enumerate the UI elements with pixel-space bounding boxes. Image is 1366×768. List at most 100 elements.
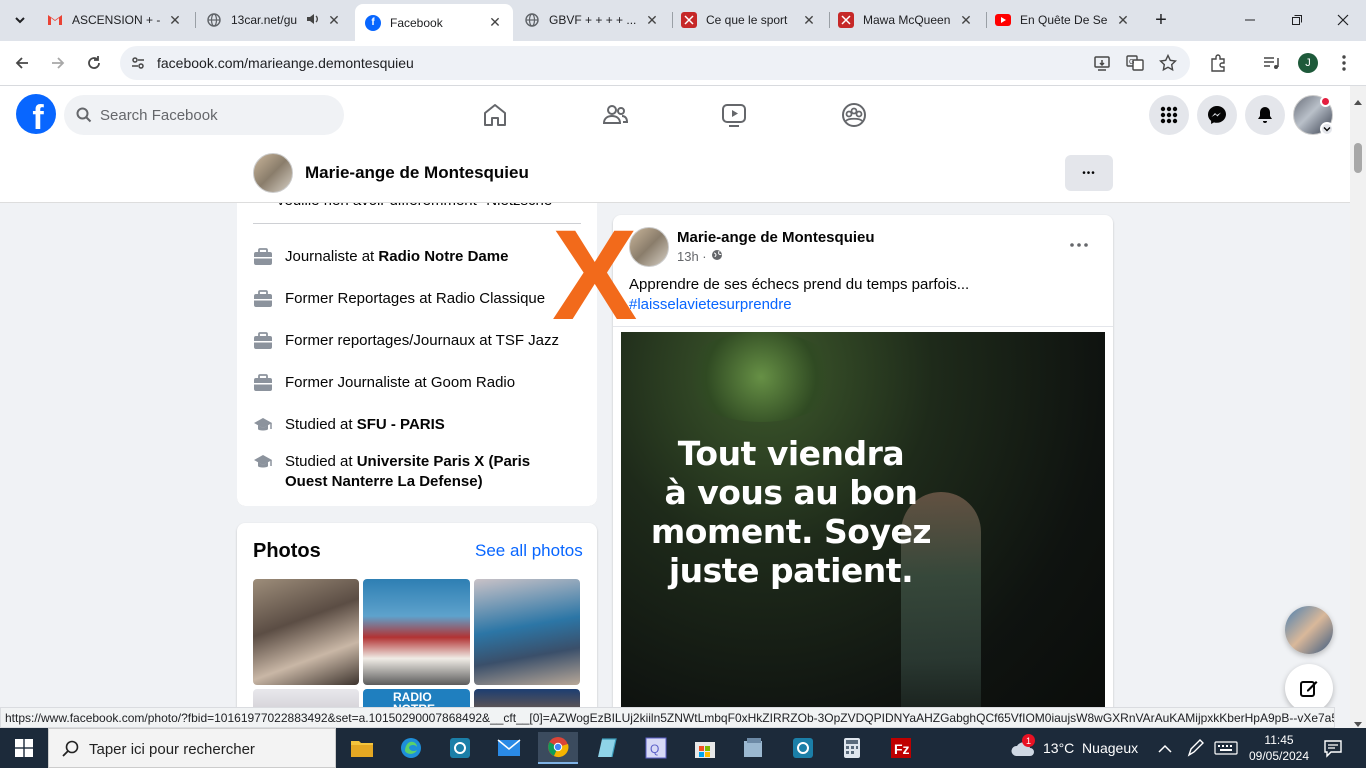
filezilla-icon[interactable]: Fz <box>881 732 921 764</box>
public-globe-icon <box>711 249 723 264</box>
edge-icon[interactable] <box>391 732 431 764</box>
browser-tab[interactable]: f Facebook ✕ <box>355 4 513 41</box>
archive-app-icon[interactable] <box>734 732 774 764</box>
tab-title: 13car.net/gu <box>231 13 298 27</box>
tab-close-icon[interactable]: ✕ <box>167 12 183 29</box>
back-icon[interactable] <box>8 49 36 77</box>
browser-toolbar: facebook.com/marieange.demontesquieu G J <box>0 41 1366 86</box>
tab-close-icon[interactable]: ✕ <box>1115 12 1131 29</box>
keyboard-icon[interactable] <box>1214 741 1238 760</box>
messenger-icon[interactable] <box>1197 95 1237 135</box>
browser-tab[interactable]: En Quête De Se ✕ <box>985 6 1141 34</box>
profile-name[interactable]: Marie-ange de Montesquieu <box>305 163 529 183</box>
store-icon[interactable] <box>685 732 725 764</box>
watch-video-icon[interactable] <box>721 102 747 128</box>
scroll-up-arrow-icon[interactable] <box>1354 92 1362 110</box>
tab-close-icon[interactable]: ✕ <box>958 12 974 29</box>
tab-search-chevron-icon[interactable] <box>6 6 34 34</box>
profile-avatar-small[interactable] <box>253 153 293 193</box>
menu-grid-icon[interactable] <box>1149 95 1189 135</box>
globe-icon <box>206 12 222 28</box>
page-scrollbar[interactable] <box>1350 86 1366 728</box>
photos-title: Photos <box>253 540 321 562</box>
chat-head-avatar[interactable] <box>1285 606 1333 654</box>
intro-link[interactable]: Radio Notre Dame <box>378 248 508 265</box>
photo-thumbnail[interactable] <box>474 579 580 685</box>
profile-more-button[interactable]: ••• <box>1065 155 1113 191</box>
education-icon <box>253 415 273 435</box>
chrome-taskbar-icon[interactable] <box>538 732 578 764</box>
bookmark-star-icon[interactable] <box>1158 53 1178 77</box>
clock[interactable]: 11:45 09/05/2024 <box>1244 732 1314 764</box>
vpn-app-icon-2[interactable] <box>783 732 823 764</box>
browser-tab[interactable]: Mawa McQueen ✕ <box>828 6 984 34</box>
weather-text[interactable]: 13°C Nuageux <box>1043 740 1138 756</box>
post-time[interactable]: 13h · <box>677 249 707 264</box>
post-options-icon[interactable] <box>1067 237 1091 253</box>
close-window-icon[interactable] <box>1329 6 1357 34</box>
restore-icon[interactable] <box>1283 6 1311 34</box>
account-chevron-icon[interactable] <box>1320 122 1334 136</box>
file-explorer-icon[interactable] <box>342 732 382 764</box>
browser-tab[interactable]: GBVF + + + + ... ✕ <box>514 6 670 34</box>
browser-tab[interactable]: ASCENSION + - ✕ <box>37 6 193 34</box>
see-all-photos-link[interactable]: See all photos <box>475 541 583 561</box>
browser-tab[interactable]: Ce que le sport ✕ <box>671 6 827 34</box>
new-message-button[interactable] <box>1285 664 1333 712</box>
site-settings-icon[interactable] <box>130 55 146 76</box>
profile-avatar[interactable]: J <box>1294 49 1322 77</box>
calculator-icon[interactable] <box>832 732 872 764</box>
forward-icon[interactable] <box>44 49 72 77</box>
post-meta: 13h · <box>677 249 723 264</box>
profile-sticky-bar: Marie-ange de Montesquieu ••• <box>0 143 1350 203</box>
install-app-icon[interactable] <box>1093 54 1111 77</box>
intro-link[interactable]: SFU - PARIS <box>357 416 445 433</box>
pen-icon[interactable] <box>1186 739 1204 762</box>
tab-strip: ASCENSION + - ✕ 13car.net/gu ✕ f Facebook ✕ GB… <box>0 0 1366 41</box>
groups-icon[interactable] <box>841 102 867 128</box>
scrollbar-thumb[interactable] <box>1354 143 1362 173</box>
chrome-menu-icon[interactable] <box>1330 49 1358 77</box>
browser-tab[interactable]: 13car.net/gu ✕ <box>196 6 352 34</box>
address-bar[interactable]: facebook.com/marieange.demontesquieu G <box>120 46 1190 80</box>
intro-text: Former Journaliste at Goom Radio <box>285 373 515 393</box>
intro-text: Studied at SFU - PARIS <box>285 415 445 435</box>
vpn-app-icon[interactable] <box>440 732 480 764</box>
friends-icon[interactable] <box>602 102 629 128</box>
reload-icon[interactable] <box>80 49 108 77</box>
weather-cloud-icon[interactable]: 1 <box>1010 734 1036 763</box>
tray-chevron-up-icon[interactable] <box>1158 741 1172 759</box>
minimize-icon[interactable] <box>1236 6 1264 34</box>
photo-thumbnail[interactable] <box>253 579 359 685</box>
photo-thumbnail[interactable] <box>363 579 470 685</box>
tab-close-icon[interactable]: ✕ <box>644 12 660 29</box>
action-center-icon[interactable] <box>1323 738 1343 763</box>
search-input[interactable] <box>100 95 330 135</box>
tab-close-icon[interactable]: ✕ <box>326 12 342 29</box>
post-author-name[interactable]: Marie-ange de Montesquieu <box>677 229 875 246</box>
work-icon <box>253 331 273 351</box>
intro-card: veuille rien avoir differemment" Nietzsc… <box>237 203 597 506</box>
search-box[interactable] <box>64 95 344 135</box>
tab-close-icon[interactable]: ✕ <box>801 12 817 29</box>
media-app-icon[interactable]: Q <box>636 732 676 764</box>
post-hashtag-link[interactable]: #laisselavietesurprendre <box>629 296 792 313</box>
taskbar-search-box[interactable]: Taper ici pour rechercher <box>48 728 336 768</box>
facebook-logo-icon[interactable]: f <box>16 94 56 134</box>
search-icon <box>76 107 92 128</box>
tab-title: Mawa McQueen <box>863 13 951 27</box>
notes-app-icon[interactable] <box>587 732 627 764</box>
new-tab-button[interactable]: + <box>1147 6 1175 34</box>
profile-initial: J <box>1298 53 1318 73</box>
windows-taskbar: Taper ici pour rechercher Q Fz 1 13°C Nu… <box>0 728 1366 768</box>
windows-start-icon[interactable] <box>4 732 44 764</box>
translate-icon[interactable]: G <box>1126 54 1144 77</box>
extensions-icon[interactable] <box>1204 49 1232 77</box>
notifications-bell-icon[interactable] <box>1245 95 1285 135</box>
media-controls-icon[interactable] <box>1257 49 1285 77</box>
tab-audio-icon[interactable] <box>306 12 320 29</box>
post-image[interactable]: Tout viendra à vous au bon moment. Soyez… <box>621 332 1105 735</box>
tab-close-icon[interactable]: ✕ <box>487 14 503 31</box>
mail-icon[interactable] <box>489 732 529 764</box>
home-icon[interactable] <box>482 102 508 128</box>
